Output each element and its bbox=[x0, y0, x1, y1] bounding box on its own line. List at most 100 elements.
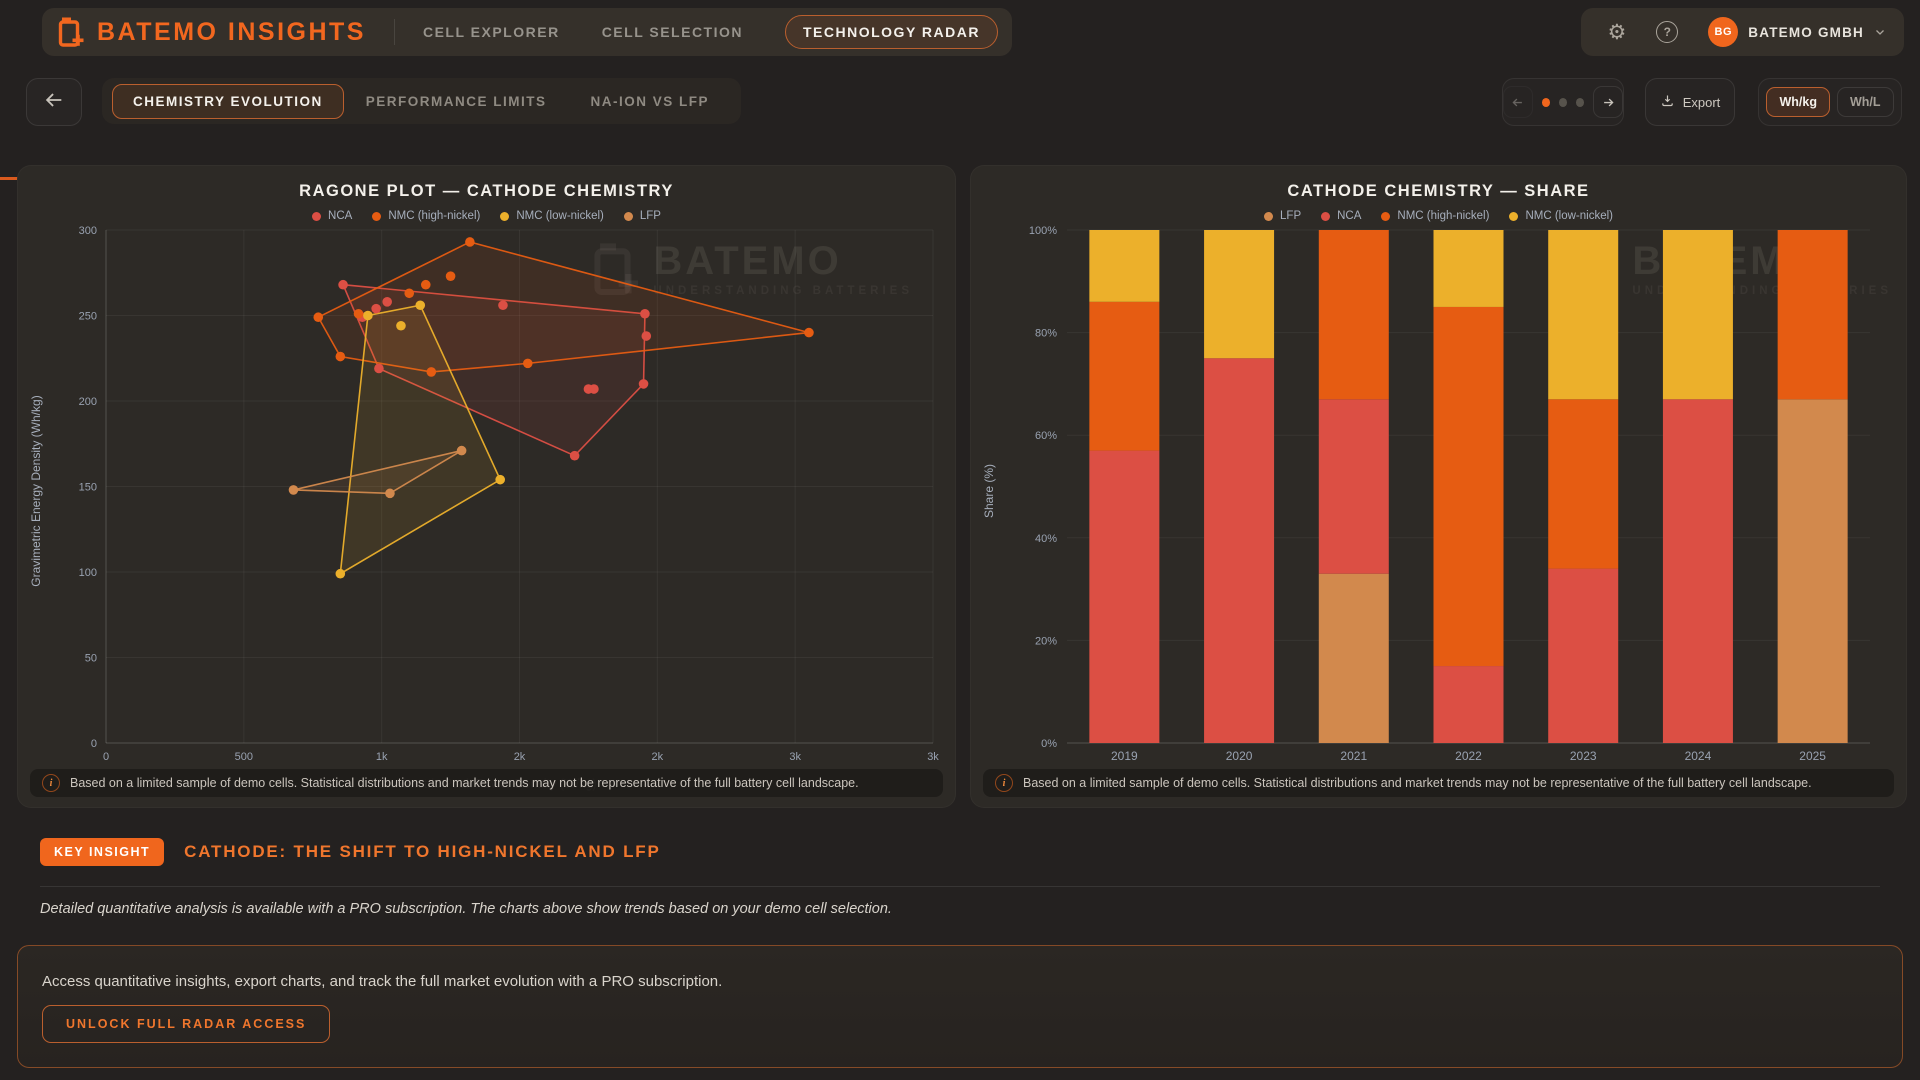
svg-text:2022: 2022 bbox=[1455, 749, 1482, 763]
svg-text:2025: 2025 bbox=[1799, 749, 1826, 763]
svg-text:250: 250 bbox=[79, 311, 97, 323]
svg-text:150: 150 bbox=[79, 482, 97, 494]
unit-whl-button[interactable]: Wh/L bbox=[1837, 87, 1894, 117]
legend-item: NCA bbox=[1321, 210, 1361, 222]
arrow-left-icon bbox=[43, 89, 65, 116]
svg-text:3k: 3k bbox=[927, 751, 939, 763]
ragone-legend: NCA NMC (high-nickel) NMC (low-nickel) L… bbox=[18, 210, 955, 222]
tab-performance-limits[interactable]: PERFORMANCE LIMITS bbox=[344, 85, 569, 118]
note-text: Based on a limited sample of demo cells.… bbox=[1023, 776, 1812, 790]
svg-text:300: 300 bbox=[79, 225, 97, 237]
legend-dot-lfp bbox=[1264, 212, 1273, 221]
key-insight-badge: KEY INSIGHT bbox=[40, 838, 164, 866]
nav-cell-explorer[interactable]: CELL EXPLORER bbox=[423, 24, 560, 40]
svg-text:2023: 2023 bbox=[1570, 749, 1597, 763]
topbar: BATEMO INSIGHTS CELL EXPLORER CELL SELEC… bbox=[42, 8, 1012, 56]
settings-gear-icon[interactable]: ⚙ bbox=[1607, 22, 1626, 43]
nav-cell-selection[interactable]: CELL SELECTION bbox=[602, 24, 743, 40]
legend-item: LFP bbox=[624, 210, 661, 222]
chevron-down-icon bbox=[1874, 26, 1886, 38]
pager-dot-1[interactable] bbox=[1542, 98, 1550, 107]
legend-label: NMC (high-nickel) bbox=[1397, 210, 1489, 222]
ragone-chart-card: RAGONE PLOT — CATHODE CHEMISTRY NCA NMC … bbox=[17, 165, 956, 808]
svg-text:3k: 3k bbox=[789, 751, 801, 763]
info-icon: i bbox=[995, 774, 1013, 792]
app-root: BATEMO INSIGHTS CELL EXPLORER CELL SELEC… bbox=[0, 0, 1920, 1080]
legend-label: NMC (high-nickel) bbox=[388, 210, 480, 222]
nav-technology-radar[interactable]: TECHNOLOGY RADAR bbox=[785, 15, 998, 49]
svg-text:40%: 40% bbox=[1035, 533, 1057, 545]
account-menu[interactable]: BG BATEMO GMBH bbox=[1708, 17, 1886, 47]
unit-whkg-button[interactable]: Wh/kg bbox=[1766, 87, 1830, 117]
legend-dot-nmc-low bbox=[500, 212, 509, 221]
svg-text:2k: 2k bbox=[652, 751, 664, 763]
unit-toggle: Wh/kg Wh/L bbox=[1758, 78, 1902, 126]
divider bbox=[394, 19, 395, 45]
page-pager bbox=[1502, 78, 1624, 126]
tab-chemistry-evolution[interactable]: CHEMISTRY EVOLUTION bbox=[112, 84, 344, 119]
legend-item: NMC (low-nickel) bbox=[500, 210, 604, 222]
pager-prev-button[interactable] bbox=[1503, 86, 1533, 118]
back-button[interactable] bbox=[26, 78, 82, 126]
key-insight-title: CATHODE: THE SHIFT TO HIGH-NICKEL AND LF… bbox=[184, 842, 660, 862]
brand-name: BATEMO INSIGHTS bbox=[97, 18, 366, 47]
account-name: BATEMO GMBH bbox=[1748, 25, 1864, 40]
share-chart-card: CATHODE CHEMISTRY — SHARE LFP NCA NMC (h… bbox=[970, 165, 1907, 808]
svg-text:2019: 2019 bbox=[1111, 749, 1138, 763]
ragone-plot: 0 500 1k 2k 2k 3k 3k 0 50 100 150 200 250 300 bbox=[24, 224, 949, 769]
legend-dot-nmc-low bbox=[1509, 212, 1518, 221]
ragone-chart-title: RAGONE PLOT — CATHODE CHEMISTRY bbox=[18, 182, 955, 201]
share-disclaimer-note: i Based on a limited sample of demo cell… bbox=[983, 769, 1894, 797]
key-insight-row: KEY INSIGHT CATHODE: THE SHIFT TO HIGH-N… bbox=[40, 838, 661, 866]
legend-item: NCA bbox=[312, 210, 352, 222]
legend-item: LFP bbox=[1264, 210, 1301, 222]
tab-na-ion-vs-lfp[interactable]: NA-ION VS LFP bbox=[569, 85, 732, 118]
svg-text:0: 0 bbox=[91, 738, 97, 750]
export-button[interactable]: Export bbox=[1645, 78, 1735, 126]
info-icon: i bbox=[42, 774, 60, 792]
legend-label: LFP bbox=[1280, 210, 1301, 222]
pro-upsell-text: Access quantitative insights, export cha… bbox=[42, 973, 722, 990]
note-text: Based on a limited sample of demo cells.… bbox=[70, 776, 859, 790]
svg-text:500: 500 bbox=[235, 751, 253, 763]
legend-dot-nmc-high bbox=[372, 212, 381, 221]
svg-text:2020: 2020 bbox=[1226, 749, 1253, 763]
svg-text:60%: 60% bbox=[1035, 430, 1057, 442]
legend-label: NCA bbox=[328, 210, 352, 222]
svg-text:2021: 2021 bbox=[1340, 749, 1367, 763]
legend-label: LFP bbox=[640, 210, 661, 222]
svg-text:1k: 1k bbox=[376, 751, 388, 763]
legend-dot-nmc-high bbox=[1381, 212, 1390, 221]
pager-dot-3[interactable] bbox=[1576, 98, 1584, 107]
svg-text:50: 50 bbox=[85, 653, 97, 665]
legend-dot-lfp bbox=[624, 212, 633, 221]
ragone-disclaimer-note: i Based on a limited sample of demo cell… bbox=[30, 769, 943, 797]
legend-item: NMC (high-nickel) bbox=[1381, 210, 1489, 222]
pager-next-button[interactable] bbox=[1593, 86, 1623, 118]
legend-item: NMC (low-nickel) bbox=[1509, 210, 1613, 222]
subtabs: CHEMISTRY EVOLUTION PERFORMANCE LIMITS N… bbox=[102, 78, 741, 124]
legend-dot-nca bbox=[1321, 212, 1330, 221]
svg-text:80%: 80% bbox=[1035, 328, 1057, 340]
svg-text:0: 0 bbox=[103, 751, 109, 763]
help-icon[interactable]: ? bbox=[1656, 21, 1678, 43]
pro-upsell-card: Access quantitative insights, export cha… bbox=[17, 945, 1903, 1068]
legend-dot-nca bbox=[312, 212, 321, 221]
pager-dot-2[interactable] bbox=[1559, 98, 1567, 107]
avatar: BG bbox=[1708, 17, 1738, 47]
key-insight-body: Detailed quantitative analysis is availa… bbox=[40, 901, 892, 917]
svg-text:2024: 2024 bbox=[1685, 749, 1712, 763]
svg-text:0%: 0% bbox=[1041, 738, 1057, 750]
legend-label: NMC (low-nickel) bbox=[1525, 210, 1613, 222]
divider bbox=[40, 886, 1880, 887]
battery-logo-icon bbox=[58, 16, 84, 48]
svg-text:20%: 20% bbox=[1035, 635, 1057, 647]
svg-text:2k: 2k bbox=[514, 751, 526, 763]
share-chart-title: CATHODE CHEMISTRY — SHARE bbox=[971, 182, 1906, 201]
legend-label: NMC (low-nickel) bbox=[516, 210, 604, 222]
unlock-radar-access-button[interactable]: UNLOCK FULL RADAR ACCESS bbox=[42, 1005, 330, 1043]
svg-text:100%: 100% bbox=[1029, 225, 1057, 237]
svg-text:100: 100 bbox=[79, 567, 97, 579]
export-label: Export bbox=[1683, 95, 1721, 110]
svg-text:200: 200 bbox=[79, 396, 97, 408]
